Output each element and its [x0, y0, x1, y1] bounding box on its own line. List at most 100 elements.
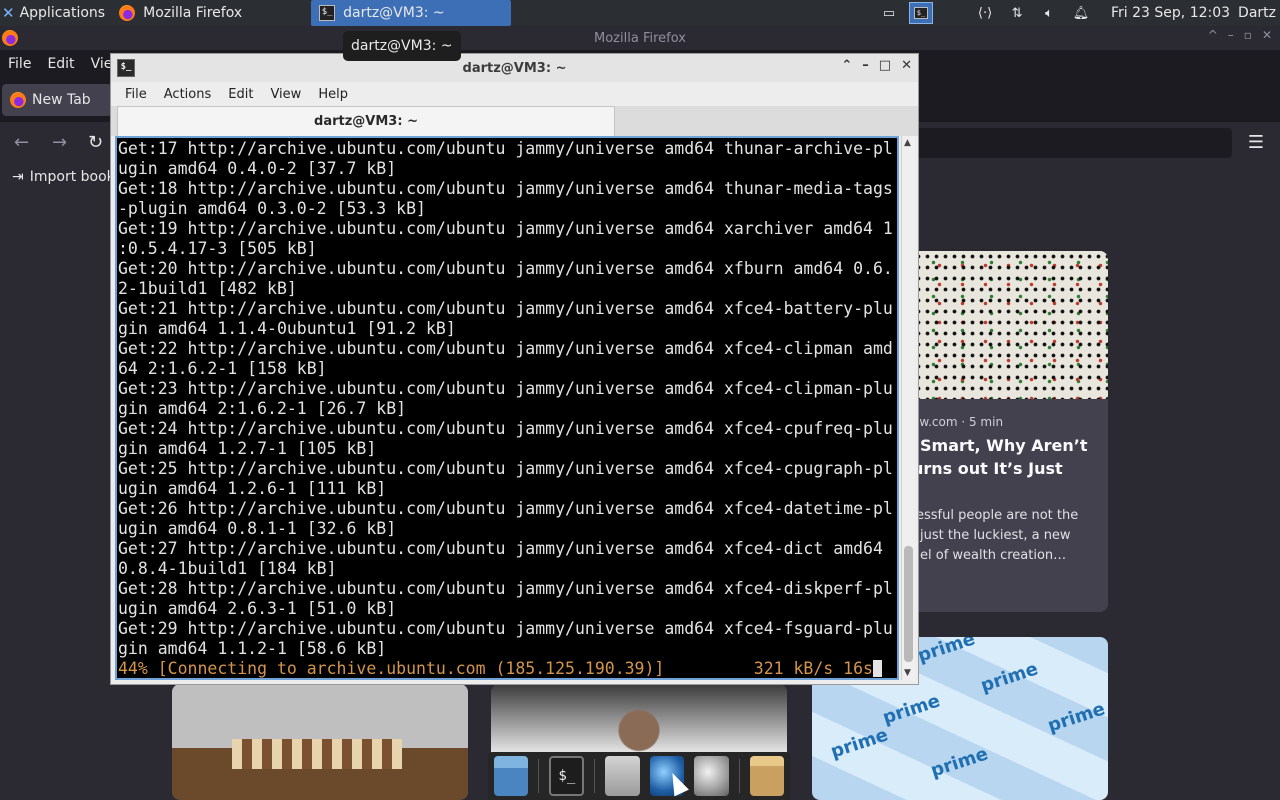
- firefox-window-icon: [2, 30, 18, 46]
- terminal-line: Get:29 http://archive.ubuntu.com/ubuntu …: [118, 619, 893, 638]
- terminal-window-controls: ⌃ – □ ✕: [841, 58, 912, 73]
- terminal-line: 0.8.4-1build1 [184 kB]: [118, 559, 337, 578]
- user-menu[interactable]: Dartz: [1238, 5, 1276, 21]
- terminal-line: gin amd64 2:1.6.2-1 [26.7 kB]: [118, 399, 407, 418]
- transfer-arrows-icon[interactable]: ⇅: [1005, 2, 1029, 24]
- story-card-chess[interactable]: [172, 684, 468, 800]
- terminal-close-icon[interactable]: ✕: [901, 58, 912, 73]
- prime-text-5: prime: [928, 743, 991, 782]
- terminal-titlebar[interactable]: $_ dartz@VM3: ~ ⌃ – □ ✕: [111, 54, 918, 82]
- prime-text-4: prime: [1045, 698, 1108, 737]
- notifications-bell-icon[interactable]: 🔔︎: [1069, 2, 1093, 24]
- task-terminal[interactable]: $_ dartz@VM3: ~: [311, 0, 512, 26]
- story-excerpt-line-3: el of wealth creation…: [920, 548, 1067, 563]
- terminal-menu-file[interactable]: File: [125, 87, 147, 102]
- task-firefox[interactable]: Mozilla Firefox: [111, 0, 311, 26]
- task-firefox-label: Mozilla Firefox: [143, 5, 243, 21]
- terminal-window-icon: $_: [117, 59, 135, 77]
- story-title-line-2: urns out It’s Just: [912, 459, 1063, 478]
- terminal-line: ugin amd64 0.8.1-1 [32.6 kB]: [118, 519, 397, 538]
- terminal-lines: Get:17 http://archive.ubuntu.com/ubuntu …: [118, 139, 897, 678]
- folder-icon[interactable]: [749, 756, 785, 796]
- import-icon: ⇥: [12, 169, 24, 185]
- firefox-menu-edit[interactable]: Edit: [47, 56, 74, 72]
- terminal-line: -plugin amd64 0.3.0-2 [53.3 kB]: [118, 199, 426, 218]
- terminal-line: Get:22 http://archive.ubuntu.com/ubuntu …: [118, 339, 893, 358]
- workspace-2-icon[interactable]: [941, 2, 965, 24]
- terminal-line: gin amd64 1.1.4-0ubuntu1 [91.2 kB]: [118, 319, 456, 338]
- top-panel: ✕ Applications Mozilla Firefox $_ dartz@…: [0, 0, 1280, 26]
- terminal-menu-actions[interactable]: Actions: [164, 87, 212, 102]
- terminal-line: gin amd64 1.2.7-1 [105 kB]: [118, 439, 377, 458]
- firefox-window-controls: ^ – ▫ ✕: [1208, 28, 1272, 42]
- firefox-icon: [119, 5, 136, 21]
- terminal-line: Get:17 http://archive.ubuntu.com/ubuntu …: [118, 139, 893, 158]
- firefox-menu-file[interactable]: File: [8, 56, 31, 72]
- terminal-line: Get:27 http://archive.ubuntu.com/ubuntu …: [118, 539, 893, 558]
- terminal-menubar: File Actions Edit View Help: [111, 82, 918, 106]
- file-manager-icon[interactable]: [494, 756, 529, 796]
- scroll-up-arrow-icon[interactable]: ▲: [904, 138, 911, 148]
- dock-separator: [538, 759, 540, 793]
- scrollbar-thumb[interactable]: [904, 546, 913, 662]
- dock-terminal-icon[interactable]: $_: [549, 756, 585, 796]
- terminal-line: Get:19 http://archive.ubuntu.com/ubuntu …: [118, 219, 893, 238]
- workspace-switcher-icon[interactable]: $_: [909, 2, 934, 24]
- task-tooltip: dartz@VM3: ~: [343, 31, 461, 61]
- terminal-menu-help[interactable]: Help: [318, 87, 348, 102]
- dock-separator: [594, 759, 596, 793]
- firefox-titlebar: Mozilla Firefox ^ – ▫ ✕: [0, 26, 1280, 50]
- terminal-cursor: [872, 660, 882, 677]
- applications-label: Applications: [19, 5, 106, 21]
- terminal-output[interactable]: Get:17 http://archive.ubuntu.com/ubuntu …: [115, 136, 899, 680]
- terminal-menu-view[interactable]: View: [270, 87, 301, 102]
- terminal-scrollbar[interactable]: ▲ ▼: [901, 136, 915, 680]
- home-folder-icon[interactable]: [605, 756, 640, 796]
- task-terminal-label: dartz@VM3: ~: [343, 5, 445, 21]
- terminal-tab[interactable]: dartz@VM3: ~: [117, 106, 615, 136]
- firefox-minimize-icon[interactable]: –: [1228, 28, 1234, 42]
- terminal-shade-icon[interactable]: ⌃: [841, 58, 852, 73]
- reload-icon[interactable]: ↻: [88, 132, 103, 153]
- dock-separator: [738, 759, 740, 793]
- xfce-logo-icon: ✕: [2, 4, 15, 22]
- terminal-icon: $_: [319, 5, 336, 21]
- firefox-maximize-icon[interactable]: ^: [1208, 28, 1218, 42]
- terminal-line: Get:25 http://archive.ubuntu.com/ubuntu …: [118, 459, 893, 478]
- terminal-line: 2-1build1 [482 kB]: [118, 279, 297, 298]
- scroll-down-arrow-icon[interactable]: ▼: [904, 668, 911, 678]
- terminal-line: Get:21 http://archive.ubuntu.com/ubuntu …: [118, 299, 893, 318]
- forward-arrow-icon[interactable]: →: [52, 132, 67, 153]
- clock[interactable]: Fri 23 Sep, 12:03: [1111, 5, 1230, 21]
- terminal-window: $_ dartz@VM3: ~ ⌃ – □ ✕ File Actions Edi…: [110, 53, 919, 685]
- apt-progress-text: 44% [Connecting to archive.ubuntu.com (1…: [118, 659, 873, 678]
- terminal-maximize-icon[interactable]: □: [879, 58, 891, 73]
- applications-menu-button[interactable]: ✕ Applications: [0, 0, 111, 26]
- terminal-tab-strip: dartz@VM3: ~: [111, 106, 918, 136]
- terminal-menu-edit[interactable]: Edit: [228, 87, 253, 102]
- app-finder-icon[interactable]: [694, 756, 729, 796]
- firefox-restore-icon[interactable]: ▫: [1244, 28, 1252, 42]
- prime-text-6: prime: [828, 724, 891, 763]
- terminal-window-title: dartz@VM3: ~: [462, 60, 567, 76]
- firefox-tab-new-tab[interactable]: New Tab: [2, 84, 112, 116]
- terminal-line: Get:20 http://archive.ubuntu.com/ubuntu …: [118, 259, 893, 278]
- terminal-line: ugin amd64 1.2.6-1 [111 kB]: [118, 479, 387, 498]
- hamburger-menu-icon[interactable]: ☰: [1248, 132, 1264, 153]
- terminal-line: Get:18 http://archive.ubuntu.com/ubuntu …: [118, 179, 893, 198]
- network-icon[interactable]: ⟨·⟩: [973, 2, 997, 24]
- terminal-line: Get:23 http://archive.ubuntu.com/ubuntu …: [118, 379, 893, 398]
- story-title-line-1: Smart, Why Aren’t: [920, 436, 1088, 455]
- terminal-minimize-icon[interactable]: –: [862, 58, 869, 73]
- back-arrow-icon[interactable]: ←: [14, 132, 29, 153]
- terminal-line: Get:26 http://archive.ubuntu.com/ubuntu …: [118, 499, 893, 518]
- volume-icon[interactable]: 🔈︎: [1037, 2, 1061, 24]
- terminal-line: 64 2:1.6.2-1 [158 kB]: [118, 359, 327, 378]
- show-desktop-icon[interactable]: ▭: [877, 2, 901, 24]
- apt-progress-line: 44% [Connecting to archive.ubuntu.com (1…: [118, 659, 897, 678]
- firefox-tab-icon: [10, 92, 26, 108]
- story-excerpt-line-2: just the luckiest, a new: [920, 528, 1071, 543]
- story-excerpt-line-1: essful people are not the: [916, 508, 1079, 523]
- story-source: ew.com · 5 min: [912, 415, 1004, 429]
- firefox-close-icon[interactable]: ✕: [1262, 28, 1272, 42]
